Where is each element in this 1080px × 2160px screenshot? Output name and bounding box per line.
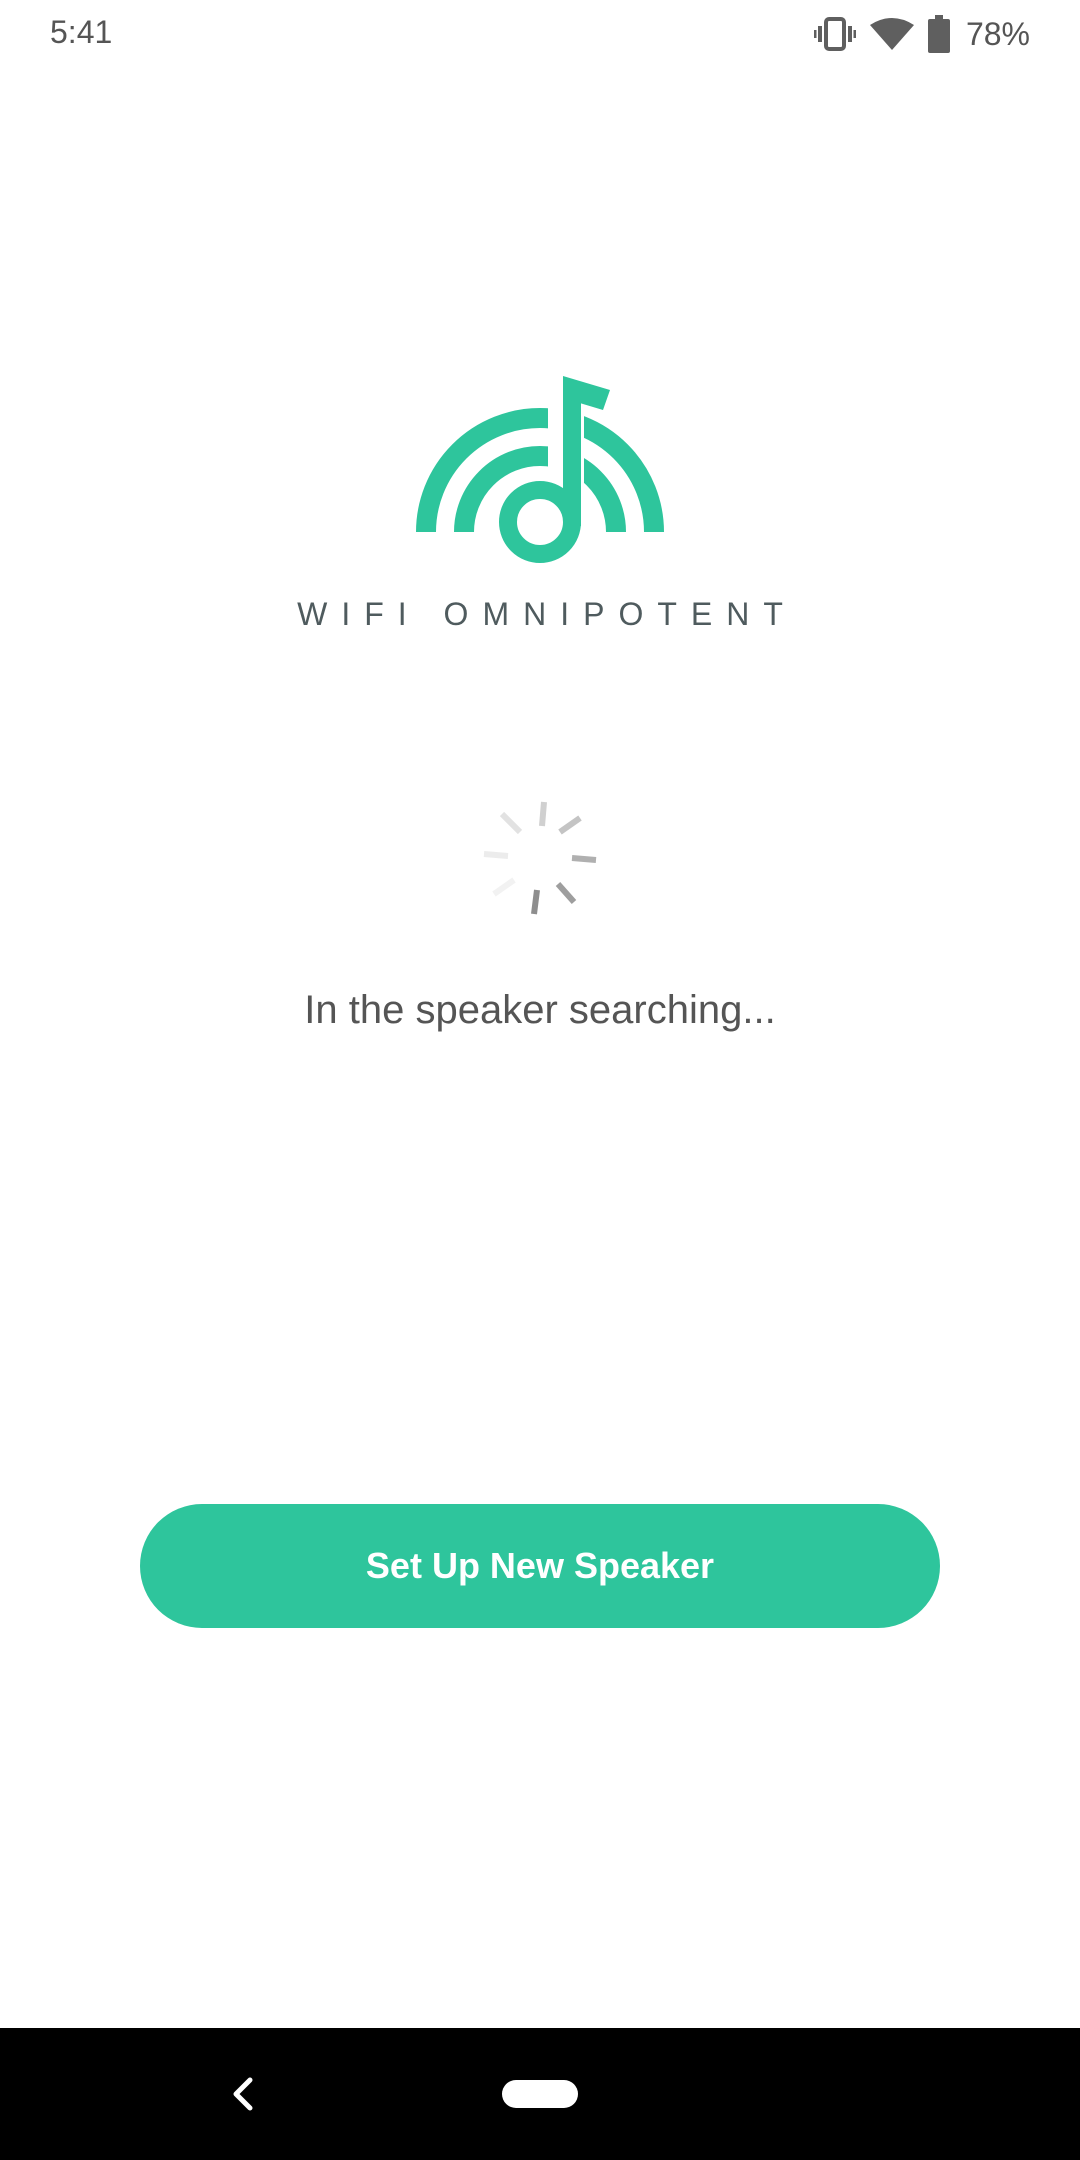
battery-percent: 78%	[965, 15, 1030, 52]
home-pill-icon[interactable]	[502, 2080, 578, 2108]
vibrate-icon	[813, 17, 856, 51]
loading-spinner-icon	[480, 798, 600, 918]
wifi-music-logo-icon	[416, 374, 664, 574]
status-bar: 5:41 78%	[0, 0, 1080, 66]
set-up-new-speaker-button[interactable]: Set Up New Speaker	[140, 1504, 940, 1628]
navigation-bar	[0, 2028, 1080, 2160]
status-time: 5:41	[50, 14, 113, 50]
wifi-icon	[869, 17, 914, 51]
app-screen: 5:41 78% WIFI OMNIPOTENT In the speaker …	[0, 0, 1080, 2160]
back-icon[interactable]	[220, 2070, 268, 2118]
searching-status-text: In the speaker searching...	[304, 988, 776, 1032]
brand-name: WIFI OMNIPOTENT	[297, 596, 797, 632]
battery-icon	[927, 15, 950, 53]
status-icons: 78%	[813, 12, 1030, 56]
